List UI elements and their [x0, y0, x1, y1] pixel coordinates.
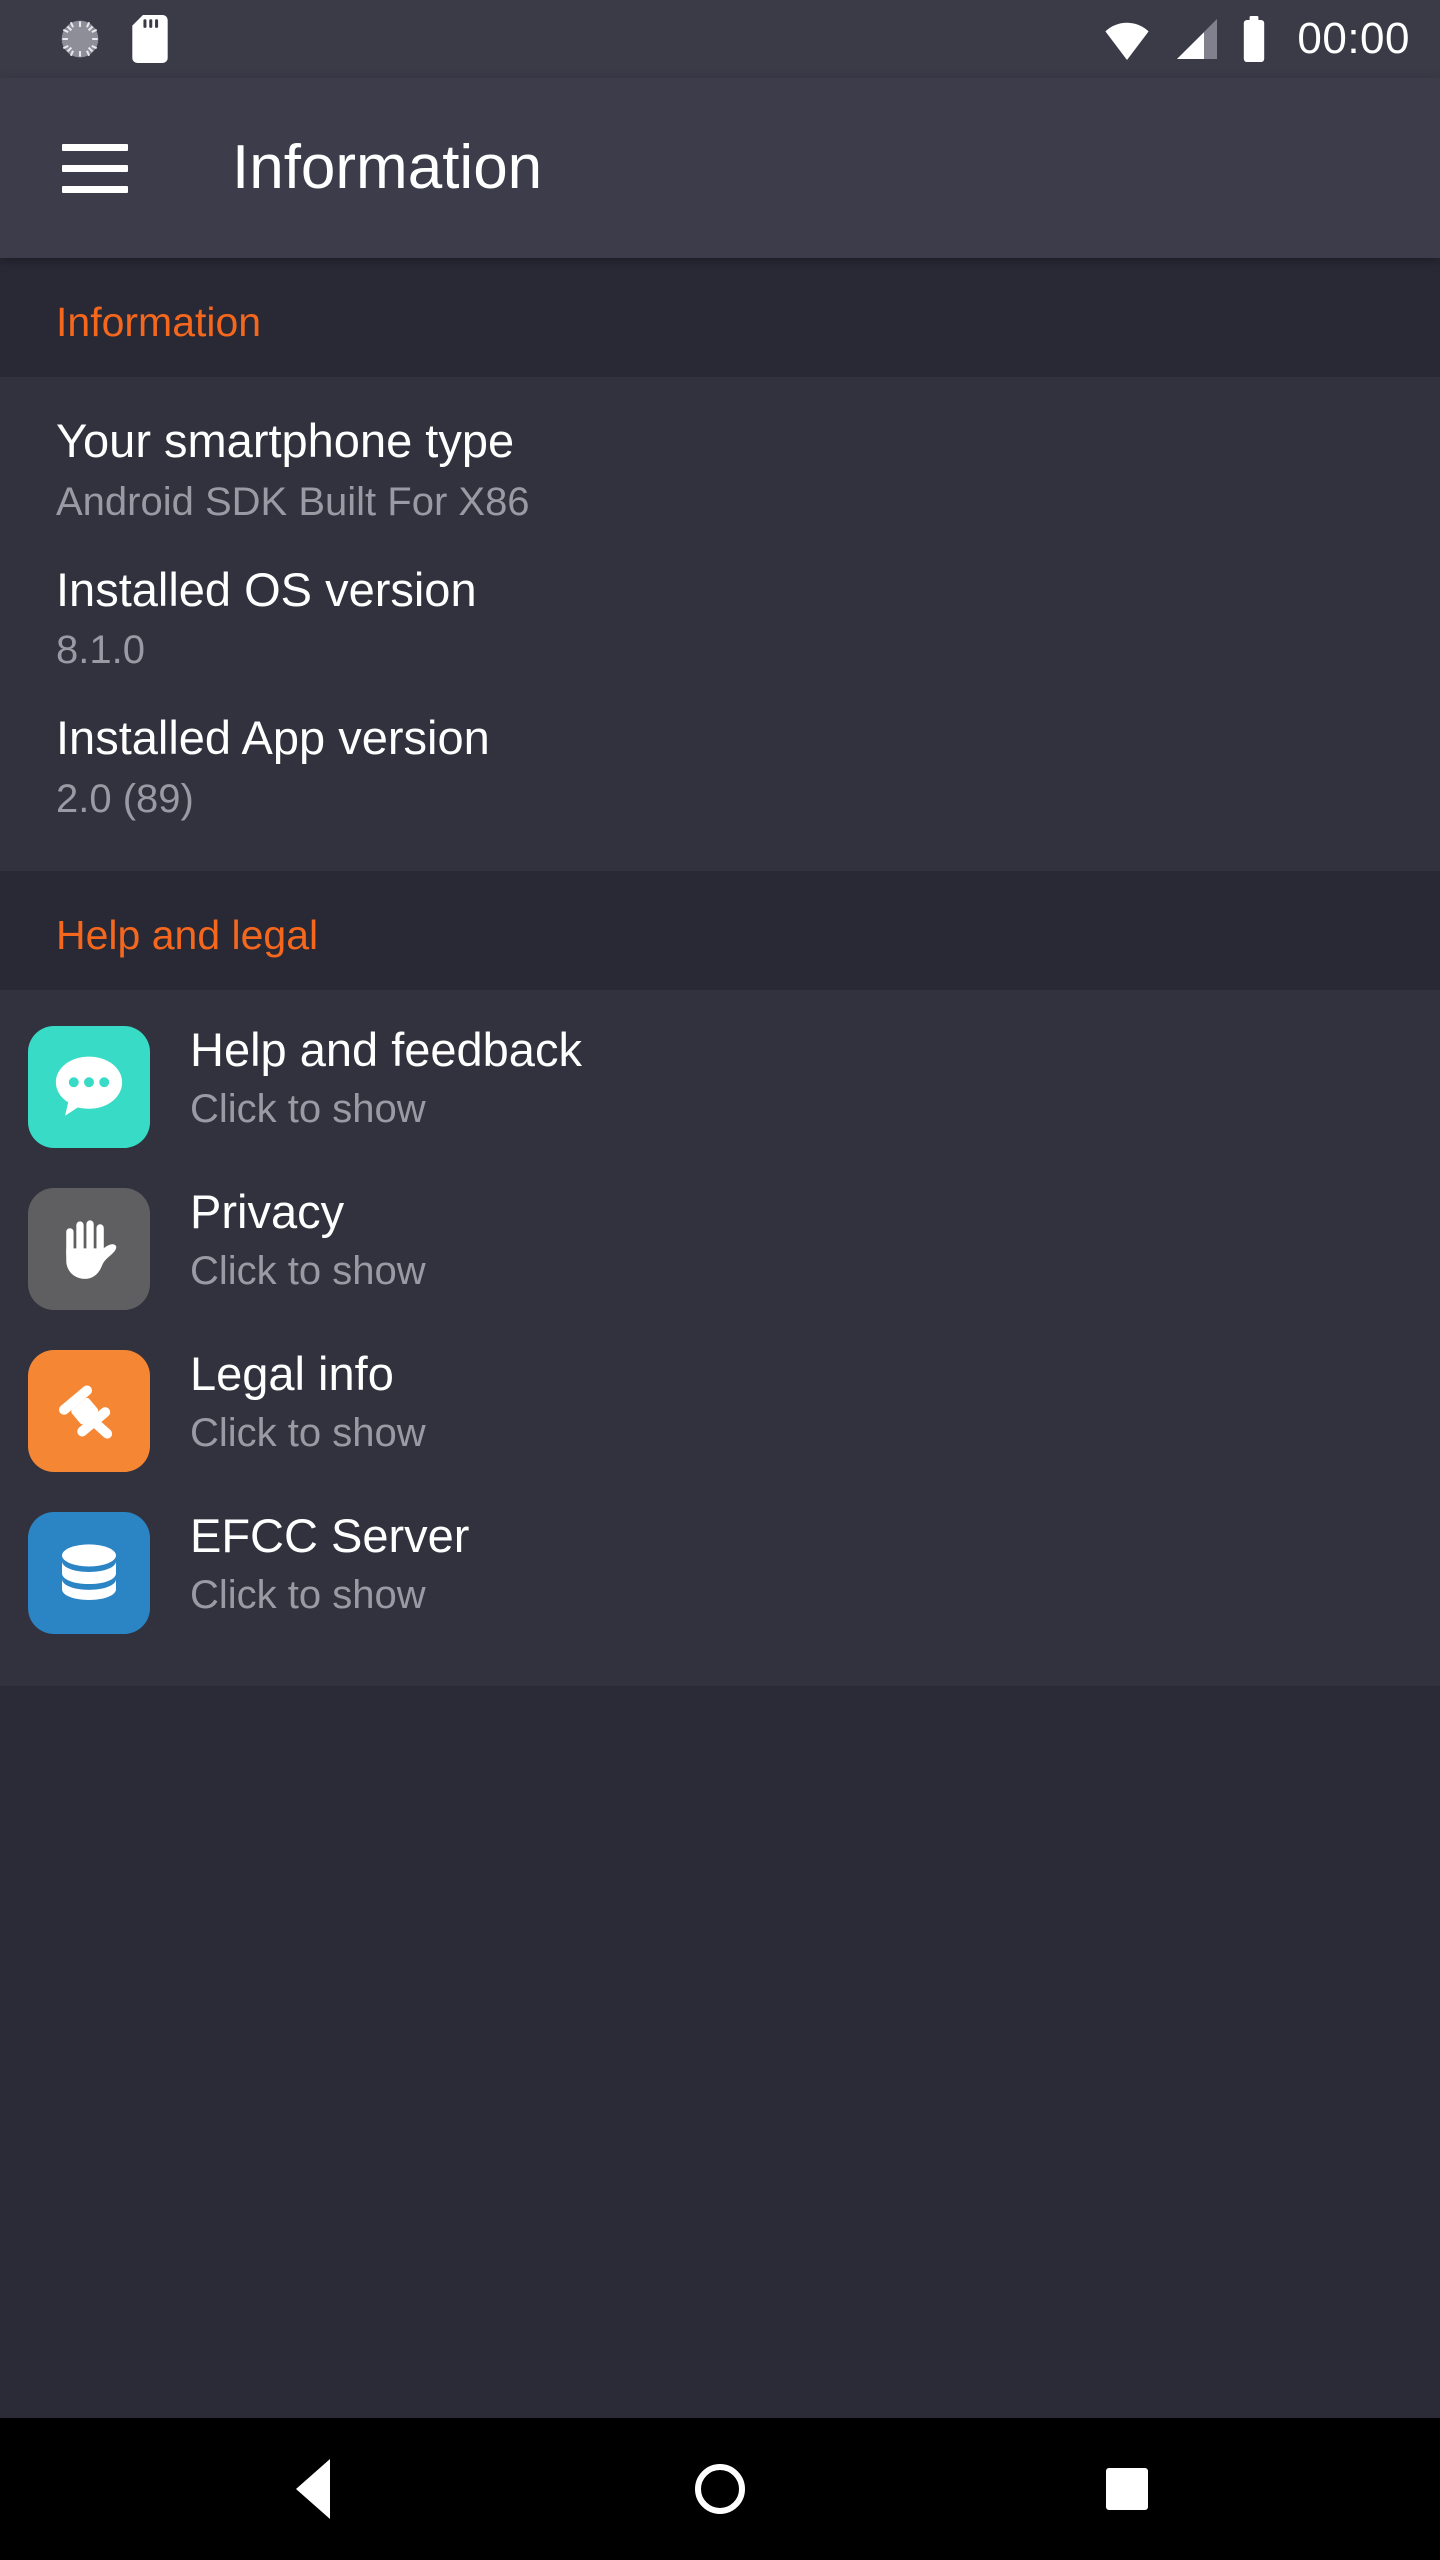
list-item-title: Legal info: [190, 1346, 394, 1400]
chat-bubble-icon: [28, 1025, 150, 1148]
recents-square-icon: [1105, 2468, 1148, 2510]
gavel-icon: [28, 1349, 150, 1472]
hand-stop-icon: [28, 1187, 150, 1310]
sd-card-icon: [132, 15, 168, 63]
list-item-subtitle: Click to show: [190, 1410, 426, 1455]
list-item-title: EFCC Server: [190, 1508, 470, 1562]
menu-line: [62, 185, 128, 193]
status-bar-right-icons: 00:00: [1103, 16, 1410, 62]
hamburger-menu-icon[interactable]: [62, 130, 138, 206]
info-row-title: Installed OS version: [56, 562, 477, 616]
phone-screen: 00:00 Information Information Your smart…: [0, 0, 1440, 2560]
list-item-help-and-feedback[interactable]: Help and feedback Click to show: [0, 1004, 1440, 1166]
android-navigation-bar: [0, 2418, 1440, 2560]
section-header-label: Help and legal: [56, 911, 319, 958]
spinner-icon: [58, 17, 102, 61]
battery-icon: [1241, 16, 1267, 62]
info-row-app-version: Installed App version 2.0 (89): [0, 692, 1440, 841]
information-rows: Your smartphone type Android SDK Built F…: [0, 377, 1440, 871]
settings-content: Information Your smartphone type Android…: [0, 258, 1440, 2418]
recents-button[interactable]: [1052, 2418, 1202, 2560]
info-row-value: 8.1.0: [56, 628, 145, 673]
info-row-title: Your smartphone type: [56, 414, 515, 467]
list-item-subtitle: Click to show: [190, 1248, 426, 1293]
list-item-legal-info[interactable]: Legal info Click to show: [0, 1328, 1440, 1490]
section-header-information: Information: [0, 258, 1440, 377]
status-bar-clock: 00:00: [1297, 14, 1410, 63]
info-row-os-version: Installed OS version 8.1.0: [0, 544, 1440, 693]
info-row-value: 2.0 (89): [56, 776, 194, 821]
section-header-label: Information: [56, 299, 262, 345]
back-button[interactable]: [238, 2418, 388, 2560]
list-item-text: Privacy Click to show: [190, 1184, 426, 1295]
list-item-subtitle: Click to show: [190, 1086, 426, 1131]
section-header-help-and-legal: Help and legal: [0, 870, 1440, 990]
info-row-value: Android SDK Built For X86: [56, 479, 530, 524]
list-item-title: Help and feedback: [190, 1022, 582, 1076]
list-item-text: EFCC Server Click to show: [190, 1508, 469, 1619]
status-bar: 00:00: [0, 0, 1440, 78]
list-item-text: Legal info Click to show: [190, 1346, 426, 1457]
help-and-legal-list: Help and feedback Click to show Privacy …: [0, 989, 1440, 1686]
app-bar: Information: [0, 78, 1440, 258]
list-item-efcc-server[interactable]: EFCC Server Click to show: [0, 1490, 1440, 1652]
page-title: Information: [232, 133, 543, 202]
status-bar-left-icons: [58, 15, 168, 63]
list-item-subtitle: Click to show: [190, 1572, 426, 1617]
list-item-privacy[interactable]: Privacy Click to show: [0, 1166, 1440, 1328]
menu-line: [62, 143, 128, 151]
back-triangle-icon: [296, 2459, 331, 2519]
info-row-title: Installed App version: [56, 711, 490, 765]
menu-line: [62, 164, 128, 172]
list-item-text: Help and feedback Click to show: [190, 1022, 582, 1133]
home-button[interactable]: [645, 2418, 795, 2560]
wifi-icon: [1103, 17, 1151, 61]
cellular-signal-icon: [1173, 17, 1219, 61]
list-item-title: Privacy: [190, 1184, 345, 1238]
content-empty-area: [0, 1685, 1440, 2418]
info-row-smartphone-type: Your smartphone type Android SDK Built F…: [0, 395, 1440, 544]
database-icon: [28, 1511, 150, 1634]
home-circle-icon: [694, 2464, 745, 2514]
